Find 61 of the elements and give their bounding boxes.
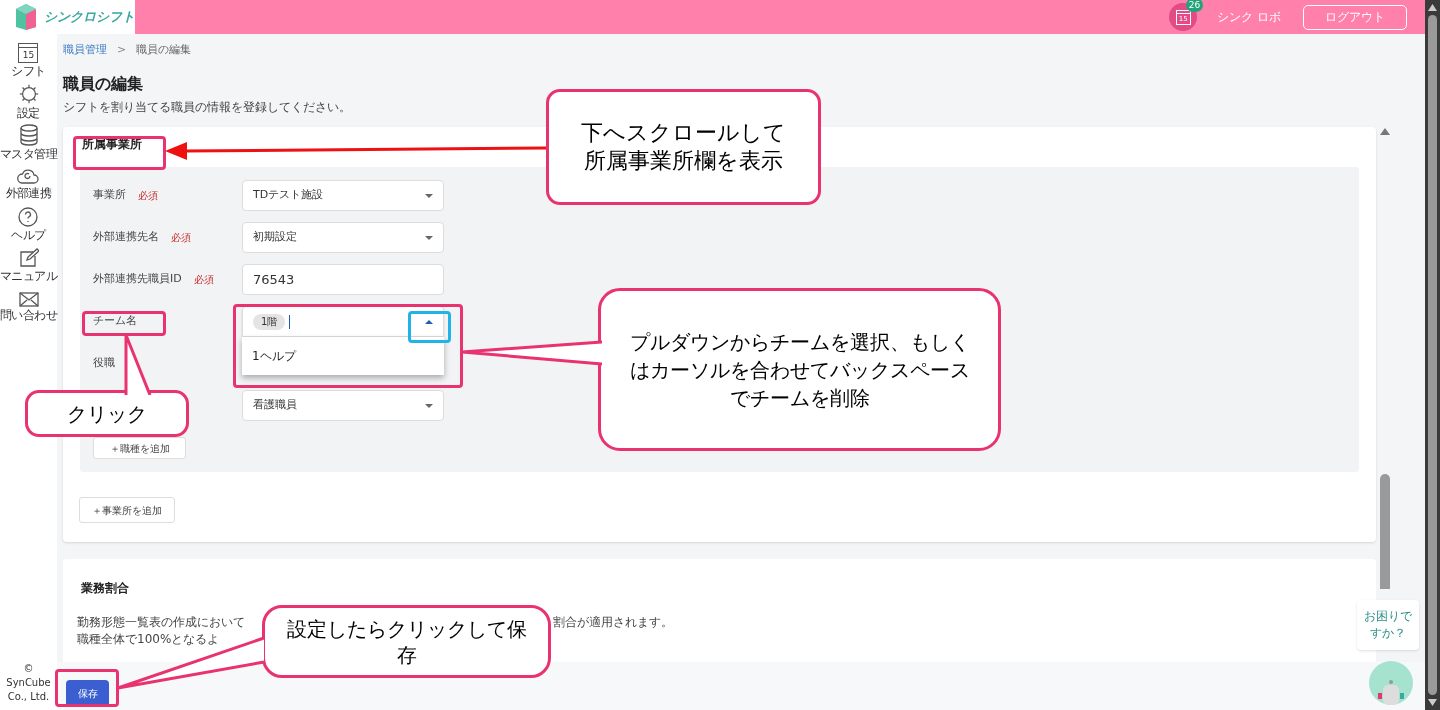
user-name: シンク ロボ: [1217, 9, 1281, 26]
calendar-icon: 15: [18, 43, 39, 63]
logo-text: シンクロシフト: [44, 8, 135, 27]
field-label: 外部連携先職員ID: [93, 271, 182, 288]
page-title: 職員の編集: [63, 73, 144, 95]
copyright-text: © SynCube Co., Ltd.: [5, 662, 52, 704]
breadcrumb-current: 職員の編集: [136, 41, 192, 58]
scrollbar-thumb[interactable]: [1428, 15, 1437, 695]
save-button[interactable]: 保存: [66, 679, 109, 707]
breadcrumb-separator: >: [117, 41, 127, 58]
caret-icon: [425, 403, 433, 408]
description-text: 職種全体で100%となるよ: [77, 632, 220, 647]
cloud-sync-icon: [16, 167, 41, 185]
settings-icon: [17, 83, 40, 105]
required-label: 必須: [171, 231, 191, 245]
sidebar-item[interactable]: 問い合わせ: [0, 286, 57, 327]
caret-icon: [425, 193, 433, 198]
mail-icon: [18, 291, 39, 307]
required-label: 必須: [193, 273, 214, 287]
field-label: チーム名: [93, 313, 137, 330]
breadcrumb-link[interactable]: 職員管理: [63, 41, 107, 59]
sidebar-item[interactable]: 設定: [17, 81, 40, 122]
edit-icon: [18, 248, 39, 268]
sidebar-item[interactable]: 15 シフト: [11, 40, 46, 81]
highlight-frame: [55, 669, 119, 707]
sidebar-item[interactable]: 外部連携: [5, 163, 52, 204]
scroll-up-icon[interactable]: [1428, 4, 1437, 11]
callout-bubble: 下へスクロールして 所属事業所欄を表示: [546, 89, 821, 205]
caret-icon: [425, 235, 433, 240]
notification-badge: 26: [1185, 0, 1204, 12]
database-icon: [18, 124, 39, 146]
scrollbar[interactable]: [1379, 127, 1391, 589]
scroll-up-icon[interactable]: [1380, 127, 1390, 135]
field-label: 役職: [93, 355, 115, 372]
sidebar-item[interactable]: ヘルプ: [11, 204, 46, 245]
add-office-button[interactable]: ＋事業所を追加: [79, 497, 175, 523]
help-bubble[interactable]: お困りですか？: [1357, 600, 1419, 650]
add-job-button[interactable]: ＋職種を追加: [93, 437, 186, 459]
select-field[interactable]: TDテスト施設: [242, 180, 444, 211]
text-cursor: [289, 314, 291, 329]
window-scrollbar[interactable]: [1425, 0, 1440, 710]
select-field[interactable]: 看護職員: [242, 390, 444, 421]
description-text: 割合が適用されます。: [553, 615, 673, 630]
callout-bubble: プルダウンからチームを選択、もしく はカーソルを合わせてバックスペース でチームを削除: [598, 288, 1001, 451]
sidebar-item[interactable]: マスタ管理: [0, 122, 57, 163]
input-field[interactable]: 76543: [242, 264, 444, 295]
scroll-down-icon[interactable]: [1428, 699, 1437, 706]
page-description: シフトを割り当てる職員の情報を登録してください。: [63, 100, 352, 114]
description-text: 勤務形態一覧表の作成において: [77, 615, 245, 630]
team-select-field[interactable]: 1階: [242, 306, 444, 337]
caret-icon: [425, 319, 433, 324]
section-title: 業務割合: [81, 580, 130, 597]
dropdown-option[interactable]: 1ヘルプ: [242, 343, 444, 369]
required-label: 必須: [138, 189, 158, 203]
help-icon: [18, 207, 39, 227]
team-chip[interactable]: 1階: [253, 313, 286, 330]
sidebar-item[interactable]: マニュアル: [0, 245, 57, 286]
field-label: 外部連携先名: [93, 229, 159, 246]
field-label: 事業所: [93, 187, 126, 204]
select-field[interactable]: 初期設定: [242, 222, 444, 253]
scrollbar-thumb[interactable]: [1380, 474, 1390, 589]
